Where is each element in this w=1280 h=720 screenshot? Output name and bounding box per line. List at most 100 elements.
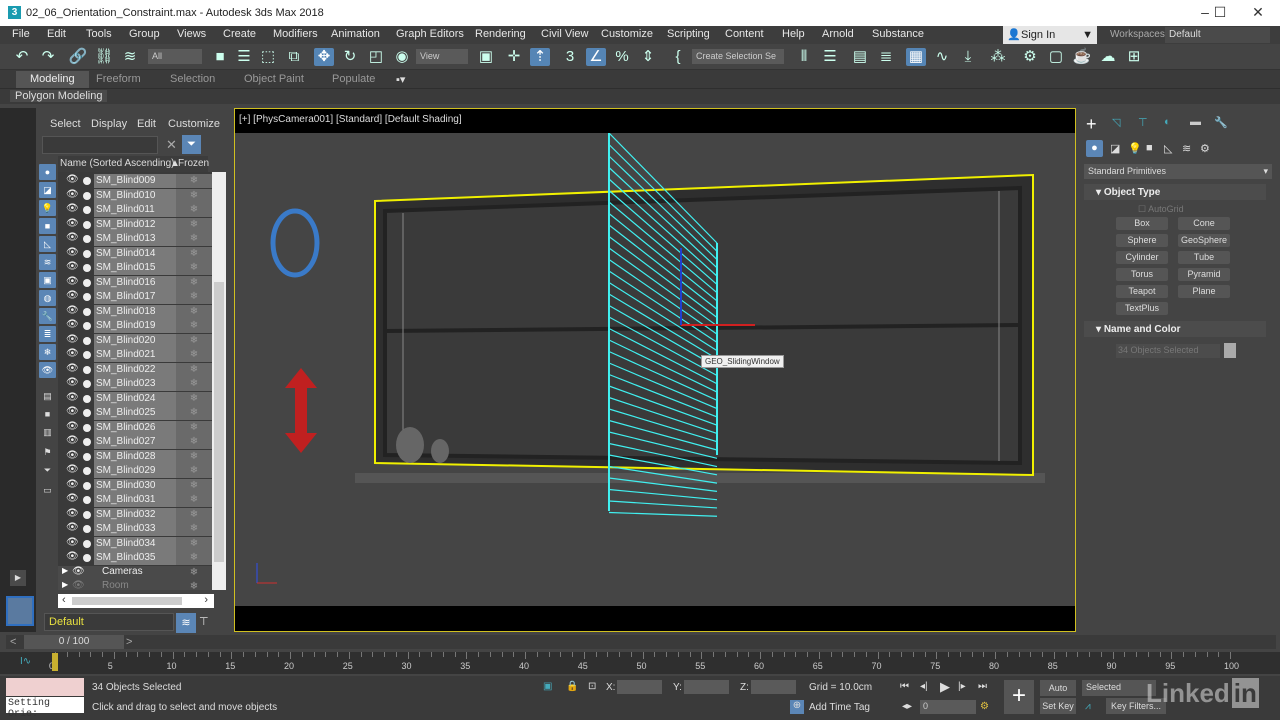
column-name-header[interactable]: Name (Sorted Ascending): [60, 158, 175, 169]
angle-snap-icon[interactable]: ∠: [586, 48, 606, 66]
visibility-eye-icon[interactable]: 👁: [66, 261, 79, 272]
sort-by-hierarchy-icon[interactable]: ⊤: [199, 615, 209, 628]
visibility-eye-icon[interactable]: 👁: [66, 537, 79, 548]
renderable-icon[interactable]: [83, 351, 91, 359]
menu-group[interactable]: Group: [129, 28, 160, 40]
display-invert-icon[interactable]: ⚑: [39, 444, 56, 460]
horizontal-scrollbar[interactable]: ‹ ›: [58, 594, 214, 608]
freeze-icon[interactable]: ❄: [176, 377, 212, 391]
rollout-name-and-color[interactable]: ▾ Name and Color: [1084, 321, 1266, 337]
menu-graph-editors[interactable]: Graph Editors: [396, 28, 464, 40]
list-item[interactable]: 👁 SM_Blind018 ❄: [58, 304, 212, 319]
renderable-icon[interactable]: [83, 525, 91, 533]
menu-scripting[interactable]: Scripting: [667, 28, 710, 40]
list-item[interactable]: 👁 SM_Blind026 ❄: [58, 420, 212, 435]
viewport-label[interactable]: [+] [PhysCamera001] [Standard] [Default …: [239, 114, 462, 125]
go-to-end-icon[interactable]: ⏭: [978, 681, 987, 692]
freeze-icon[interactable]: ❄: [176, 304, 212, 319]
isolate-selection-icon[interactable]: ▣: [543, 681, 552, 692]
bind-spacewarp-icon[interactable]: ≋: [120, 48, 140, 66]
freeze-icon[interactable]: ❄: [176, 362, 212, 377]
renderable-icon[interactable]: [83, 336, 91, 345]
visibility-eye-icon[interactable]: 👁: [66, 203, 79, 214]
sign-in-button[interactable]: 👤 Sign In ▼: [1003, 26, 1097, 44]
filter-icon[interactable]: ⏷: [39, 462, 56, 478]
menu-file[interactable]: File: [12, 28, 30, 40]
renderable-icon[interactable]: [83, 191, 91, 200]
current-layer-field[interactable]: Default: [44, 613, 174, 631]
create-tab-icon[interactable]: +: [1086, 114, 1097, 135]
display-none-icon[interactable]: ●: [39, 164, 56, 180]
create-sphere-button[interactable]: Sphere: [1116, 234, 1168, 247]
explorer-search-input[interactable]: [42, 136, 158, 154]
visibility-eye-icon[interactable]: 👁: [66, 421, 79, 432]
freeze-icon[interactable]: ❄: [176, 464, 212, 478]
list-item[interactable]: 👁 SM_Blind020 ❄: [58, 333, 212, 348]
geometry-icon[interactable]: ●: [1086, 140, 1103, 157]
list-item[interactable]: 👁 SM_Blind015 ❄: [58, 261, 212, 275]
scene-explorer-icon[interactable]: ▤: [850, 48, 870, 66]
auto-key-button[interactable]: Auto Key: [1040, 680, 1076, 709]
list-item[interactable]: 👁 SM_Blind029 ❄: [58, 464, 212, 478]
move-icon[interactable]: ✥: [314, 48, 334, 66]
create-teapot-button[interactable]: Teapot: [1116, 285, 1168, 298]
layer-row[interactable]: ▶ 👁 Cameras ❄: [58, 565, 212, 580]
renderable-icon[interactable]: [83, 394, 91, 403]
freeze-icon[interactable]: ❄: [176, 580, 212, 590]
list-item[interactable]: 👁 SM_Blind034 ❄: [58, 536, 212, 551]
filter-2-icon[interactable]: ▭: [39, 482, 56, 498]
list-item[interactable]: 👁 SM_Blind016 ❄: [58, 275, 212, 290]
undo-icon[interactable]: ↶: [12, 48, 32, 66]
freeze-icon[interactable]: ❄: [176, 507, 212, 522]
renderable-icon[interactable]: [83, 293, 91, 301]
display-none-2-icon[interactable]: ▥: [39, 424, 56, 440]
close-button[interactable]: ✕: [1243, 4, 1273, 22]
display-lights-icon[interactable]: ■: [39, 218, 56, 234]
render-setup-icon[interactable]: ⚙: [1020, 48, 1040, 66]
visibility-eye-icon[interactable]: 👁: [66, 479, 79, 490]
display-xrefs-icon[interactable]: 🔧: [39, 308, 56, 324]
rollout-object-type[interactable]: ▾ Object Type: [1084, 184, 1266, 200]
freeze-icon[interactable]: ❄: [176, 536, 212, 551]
select-manipulate-icon[interactable]: ✛: [504, 48, 524, 66]
freeze-icon[interactable]: ❄: [176, 348, 212, 362]
freeze-icon[interactable]: ❄: [176, 319, 212, 333]
menu-tools[interactable]: Tools: [86, 28, 112, 40]
rotate-icon[interactable]: ↻: [340, 48, 360, 66]
column-frozen-header[interactable]: Frozen: [178, 158, 209, 169]
display-helpers-icon[interactable]: ≋: [39, 254, 56, 270]
explorer-menu-customize[interactable]: Customize: [168, 118, 220, 130]
renderable-icon[interactable]: [83, 249, 91, 258]
visibility-eye-icon[interactable]: 👁: [66, 493, 79, 504]
expand-arrow-icon[interactable]: ▶: [62, 580, 68, 589]
add-time-tag-button[interactable]: Add Time Tag: [809, 702, 870, 713]
list-item[interactable]: 👁 SM_Blind014 ❄: [58, 246, 212, 261]
placement-icon[interactable]: ◉: [392, 48, 412, 66]
time-tag-icon[interactable]: ⊕: [790, 700, 804, 714]
freeze-icon[interactable]: ❄: [176, 261, 212, 275]
curve-editor-mini-icon[interactable]: I∿: [20, 656, 31, 667]
y-coordinate-field[interactable]: [684, 680, 729, 694]
freeze-icon[interactable]: ❄: [176, 435, 212, 449]
lock-selection-icon[interactable]: 🔒: [566, 681, 578, 692]
menu-modifiers[interactable]: Modifiers: [273, 28, 318, 40]
visibility-eye-icon[interactable]: 👁: [66, 290, 79, 301]
modify-tab-icon[interactable]: ◹: [1112, 116, 1120, 129]
menu-edit[interactable]: Edit: [47, 28, 66, 40]
list-item[interactable]: 👁 SM_Blind030 ❄: [58, 478, 212, 493]
motion-tab-icon[interactable]: ◐: [1164, 116, 1171, 128]
align-icon[interactable]: ☰: [820, 48, 840, 66]
cameras-icon[interactable]: ■: [1146, 142, 1153, 154]
layer-row[interactable]: ▶ 👁 Room ❄: [58, 580, 212, 590]
selection-filter-dropdown[interactable]: All: [148, 49, 202, 64]
create-tube-button[interactable]: Tube: [1178, 251, 1230, 264]
object-name-field[interactable]: 34 Objects Selected: [1116, 344, 1220, 358]
set-key-big-button[interactable]: +: [1004, 680, 1034, 714]
unlink-icon[interactable]: ⛓: [94, 48, 114, 66]
visibility-eye-icon[interactable]: 👁: [66, 189, 79, 200]
visibility-eye-icon[interactable]: 👁: [66, 450, 79, 461]
select-by-name-icon[interactable]: ☰: [234, 48, 254, 66]
list-item[interactable]: 👁 SM_Blind010 ❄: [58, 188, 212, 203]
maximize-button[interactable]: ☐: [1205, 4, 1235, 22]
category-dropdown[interactable]: Standard Primitives ▾: [1084, 164, 1272, 179]
